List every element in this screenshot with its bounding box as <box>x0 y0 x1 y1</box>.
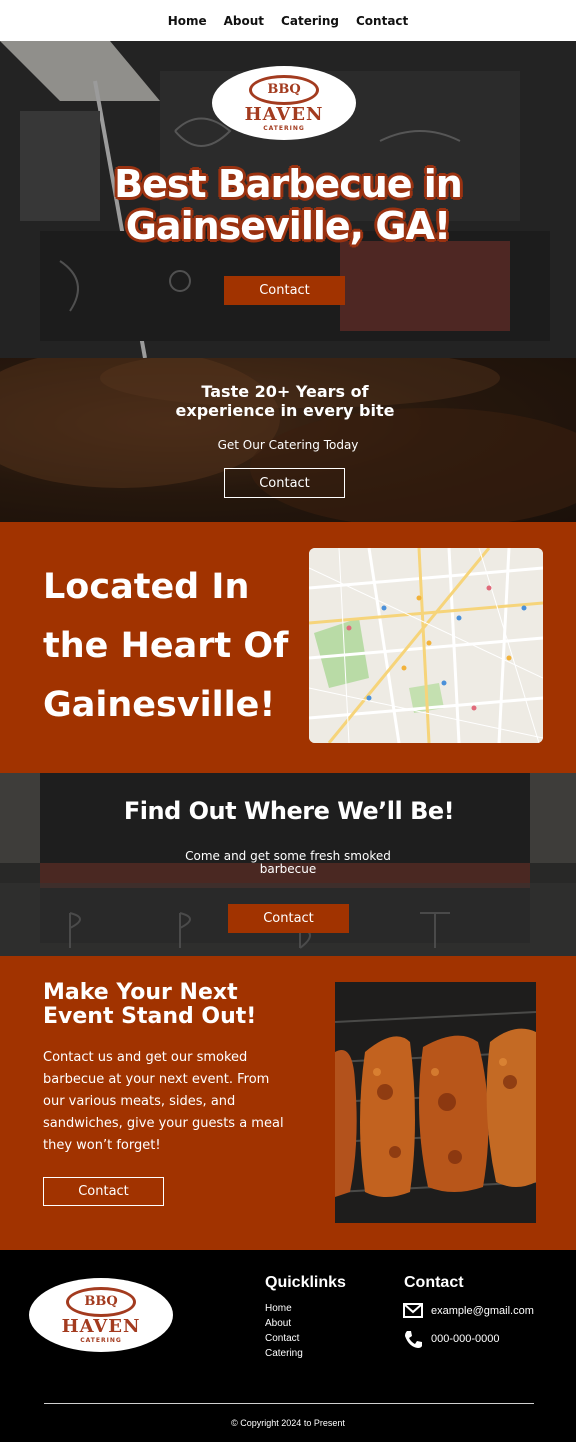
phone-icon <box>405 1331 422 1348</box>
contact-heading: Contact <box>404 1274 464 1291</box>
quicklink-contact[interactable]: Contact <box>265 1331 303 1346</box>
logo-badge: BBQ <box>249 74 319 105</box>
location-section: Located In the Heart Of Gainesville! <box>0 522 576 773</box>
logo-tag: CATERING <box>263 124 305 132</box>
hero-logo[interactable]: BBQ HAVEN CATERING <box>212 66 356 140</box>
event-body: Contact us and get our smoked barbecue a… <box>43 1050 284 1153</box>
hero-title-line1: Best Barbecue in <box>114 162 463 206</box>
find-contact-button[interactable]: Contact <box>228 904 349 933</box>
nav-home-link[interactable]: Home <box>168 14 207 28</box>
event-title-line2: Event Stand Out! <box>43 1004 257 1029</box>
quicklink-about[interactable]: About <box>265 1316 303 1331</box>
copyright: © Copyright 2024 to Present <box>231 1418 345 1428</box>
hero-section: BBQ HAVEN CATERING Best Barbecue in Gain… <box>0 41 576 358</box>
find-section: Find Out Where We’ll Be! Come and get so… <box>0 773 576 956</box>
phone-text: 000-000-0000 <box>431 1333 500 1345</box>
footer-logo-tag: CATERING <box>80 1336 122 1344</box>
nav-contact-link[interactable]: Contact <box>356 14 408 28</box>
phone-row[interactable]: 000-000-0000 <box>403 1330 500 1348</box>
event-contact-button[interactable]: Contact <box>43 1177 164 1206</box>
event-title-line1: Make Your Next <box>43 980 238 1005</box>
location-title-line2: the Heart Of <box>43 626 289 666</box>
location-title: Located In the Heart Of Gainesville! <box>43 558 293 735</box>
footer-logo[interactable]: BBQ HAVEN CATERING <box>29 1278 173 1352</box>
email-text: example@gmail.com <box>431 1304 534 1317</box>
mail-icon <box>403 1303 423 1318</box>
hero-title: Best Barbecue in Gainseville, GA! <box>0 163 576 247</box>
hero-title-line2: Gainseville, GA! <box>125 204 452 248</box>
location-title-line1: Located In <box>43 567 250 607</box>
ribs-image <box>335 982 536 1223</box>
footer-divider <box>44 1403 534 1404</box>
nav-catering-link[interactable]: Catering <box>281 14 339 28</box>
find-subtitle: Come and get some fresh smoked barbecue <box>185 849 391 876</box>
footer: BBQ HAVEN CATERING Quicklinks Home About… <box>0 1250 576 1442</box>
top-nav: Home About Catering Contact <box>0 0 576 41</box>
logo-name: HAVEN <box>244 103 324 125</box>
taste-title: Taste 20+ Years of experience in every b… <box>0 382 570 420</box>
taste-subtitle: Get Our Catering Today <box>217 438 359 452</box>
location-title-line3: Gainesville! <box>43 685 276 725</box>
quicklink-home[interactable]: Home <box>265 1301 303 1316</box>
quicklinks-list: Home About Contact Catering <box>265 1301 303 1361</box>
taste-contact-button[interactable]: Contact <box>224 468 345 498</box>
nav-about-link[interactable]: About <box>224 14 264 28</box>
taste-section: Taste 20+ Years of experience in every b… <box>0 358 576 522</box>
event-title: Make Your Next Event Stand Out! <box>43 981 303 1029</box>
hero-contact-button[interactable]: Contact <box>224 276 345 305</box>
footer-logo-name: HAVEN <box>61 1315 141 1337</box>
event-section: Make Your Next Event Stand Out! Contact … <box>0 956 576 1250</box>
quicklink-catering[interactable]: Catering <box>265 1346 303 1361</box>
taste-title-line2: experience in every bite <box>175 401 395 420</box>
taste-title-line1: Taste 20+ Years of <box>201 382 369 401</box>
location-map[interactable] <box>309 548 543 743</box>
email-row[interactable]: example@gmail.com <box>403 1303 534 1318</box>
map-image <box>309 548 543 743</box>
quicklinks-heading: Quicklinks <box>265 1274 346 1291</box>
find-title: Find Out Where We’ll Be! <box>123 797 455 825</box>
footer-logo-badge: BBQ <box>66 1286 136 1317</box>
